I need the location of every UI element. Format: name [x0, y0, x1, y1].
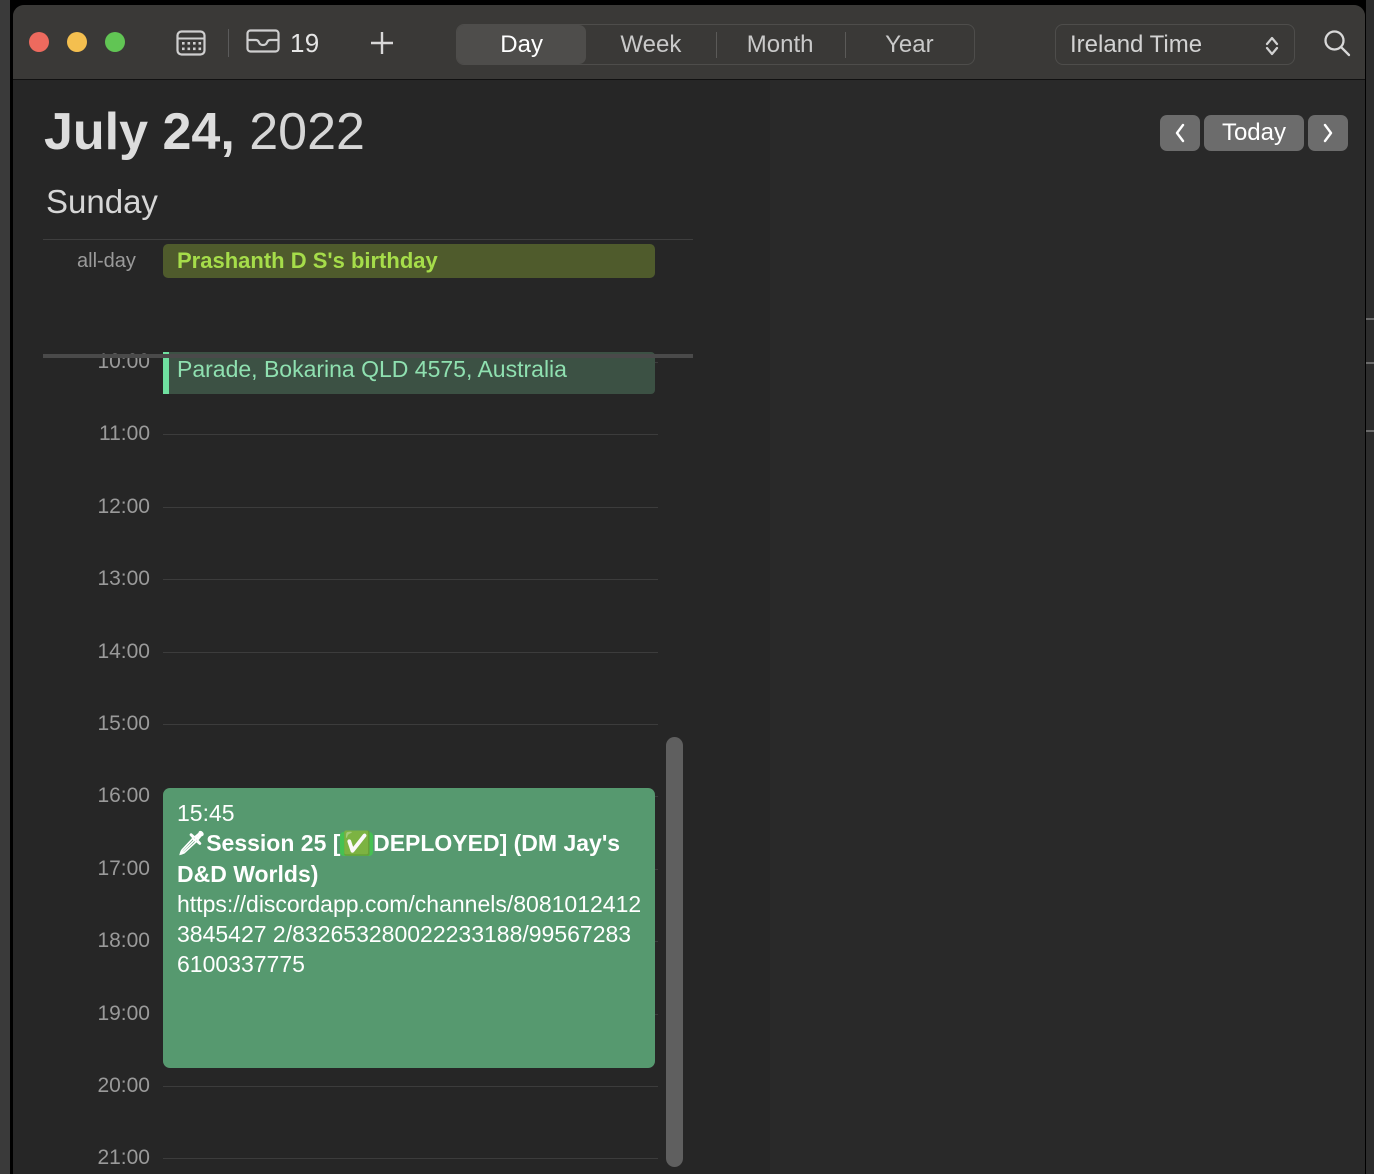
view-mode-segmented-control[interactable]: Day Week Month Year [456, 24, 975, 65]
calendar-grid-icon[interactable] [176, 27, 206, 59]
hour-label: 12:00 [97, 494, 150, 518]
check-mark-icon: ✅ [340, 831, 374, 857]
hour-label: 19:00 [97, 1001, 150, 1025]
event-title: 🗡Session 25 [✅DEPLOYED] (DM Jay's D&D Wo… [177, 828, 643, 889]
all-day-row: all-day Prashanth D S's birthday [43, 239, 693, 278]
hour-label: 13:00 [97, 567, 150, 591]
hour-label: 11:00 [99, 422, 150, 446]
day-view-pane: July 24, 2022 Sunday all-day Prashanth D… [13, 80, 755, 1174]
all-day-divider [43, 354, 693, 358]
event-block-session-25[interactable]: 15:45 🗡Session 25 [✅DEPLOYED] (DM Jay's … [163, 788, 655, 1068]
hour-label: 15:00 [97, 712, 150, 735]
tab-month[interactable]: Month [715, 25, 845, 64]
hour-row[interactable]: 15:00 [13, 712, 713, 735]
date-title-year: 2022 [234, 103, 365, 161]
all-day-event-birthday[interactable]: Prashanth D S's birthday [163, 244, 655, 278]
event-title-part1: Session 25 [ [206, 830, 341, 856]
date-title-monthday: July 24, [44, 103, 235, 161]
hour-label: 17:00 [97, 856, 150, 880]
hour-row[interactable]: 13:00 [13, 567, 713, 590]
all-day-event-title: Prashanth D S's birthday [177, 248, 438, 273]
inbox-count: 19 [290, 27, 320, 58]
next-period-button[interactable] [1308, 115, 1348, 151]
hour-label: 16:00 [97, 784, 150, 808]
hour-label: 18:00 [97, 929, 150, 953]
hour-gridline [163, 506, 658, 508]
today-button[interactable]: Today [1203, 115, 1304, 151]
tab-day[interactable]: Day [457, 25, 587, 64]
add-event-button[interactable] [365, 27, 399, 59]
hour-gridline [163, 724, 658, 725]
calendar-window: 19 Day Week Month Year Ireland Time July… [13, 5, 1365, 1174]
plus-icon [371, 32, 393, 54]
up-down-chevron-icon [1264, 34, 1280, 63]
day-view-scrollbar[interactable] [666, 737, 683, 1167]
hour-row[interactable]: 12:00 [13, 495, 713, 518]
hour-row[interactable]: 21:00 [13, 1146, 713, 1169]
toolbar-divider [228, 29, 229, 57]
minimize-window-button[interactable] [67, 32, 87, 52]
dagger-icon: 🗡 [177, 831, 207, 857]
inbox-button[interactable]: 19 [245, 27, 320, 59]
right-sidebar: Today MTWTFSS 27282930123456789101112131… [770, 80, 1365, 1174]
background-window-left-edge [0, 0, 10, 1174]
inbox-tray-icon [245, 27, 281, 60]
event-block-birthday-location[interactable]: Parade, Bokarina QLD 4575, Australia [163, 352, 655, 394]
tab-year[interactable]: Year [844, 25, 974, 64]
timezone-label: Ireland Time [1070, 30, 1203, 58]
hour-label: 14:00 [97, 639, 150, 663]
event-location-text: Parade, Bokarina QLD 4575, Australia [177, 356, 567, 382]
page-title: July 24, 2022 [44, 102, 365, 162]
chevron-right-icon [1323, 123, 1333, 143]
hour-row[interactable]: 11:00 [13, 422, 713, 445]
tab-week[interactable]: Week [586, 25, 715, 64]
hour-label: 21:00 [97, 1146, 150, 1170]
close-window-button[interactable] [29, 32, 49, 52]
timezone-select[interactable]: Ireland Time [1055, 24, 1295, 65]
maximize-window-button[interactable] [105, 32, 125, 52]
event-url-text: https://discordapp.com/channels/80810124… [177, 891, 642, 977]
hour-row[interactable]: 14:00 [13, 640, 713, 663]
hour-gridline [163, 651, 658, 653]
background-window-right-edge [1366, 0, 1374, 1174]
hour-gridline [163, 434, 658, 436]
calendar-navigation: Today [1159, 115, 1348, 151]
hour-gridline [163, 1086, 658, 1087]
search-button[interactable] [1321, 27, 1353, 64]
hour-gridline [163, 579, 658, 581]
toolbar: 19 Day Week Month Year Ireland Time [13, 5, 1365, 80]
hour-label: 20:00 [97, 1074, 150, 1097]
time-grid[interactable]: 22:0021:0020:0019:0018:0017:0016:0015:00… [13, 277, 713, 1174]
event-accent-bar [163, 352, 169, 394]
event-start-time: 15:45 [177, 800, 235, 826]
chevron-left-icon [1175, 123, 1185, 143]
search-icon [1324, 30, 1351, 57]
all-day-label: all-day [77, 250, 136, 272]
weekday-label: Sunday [46, 183, 158, 220]
hour-row[interactable]: 20:00 [13, 1074, 713, 1097]
hour-gridline [163, 1158, 658, 1160]
previous-period-button[interactable] [1159, 115, 1200, 151]
